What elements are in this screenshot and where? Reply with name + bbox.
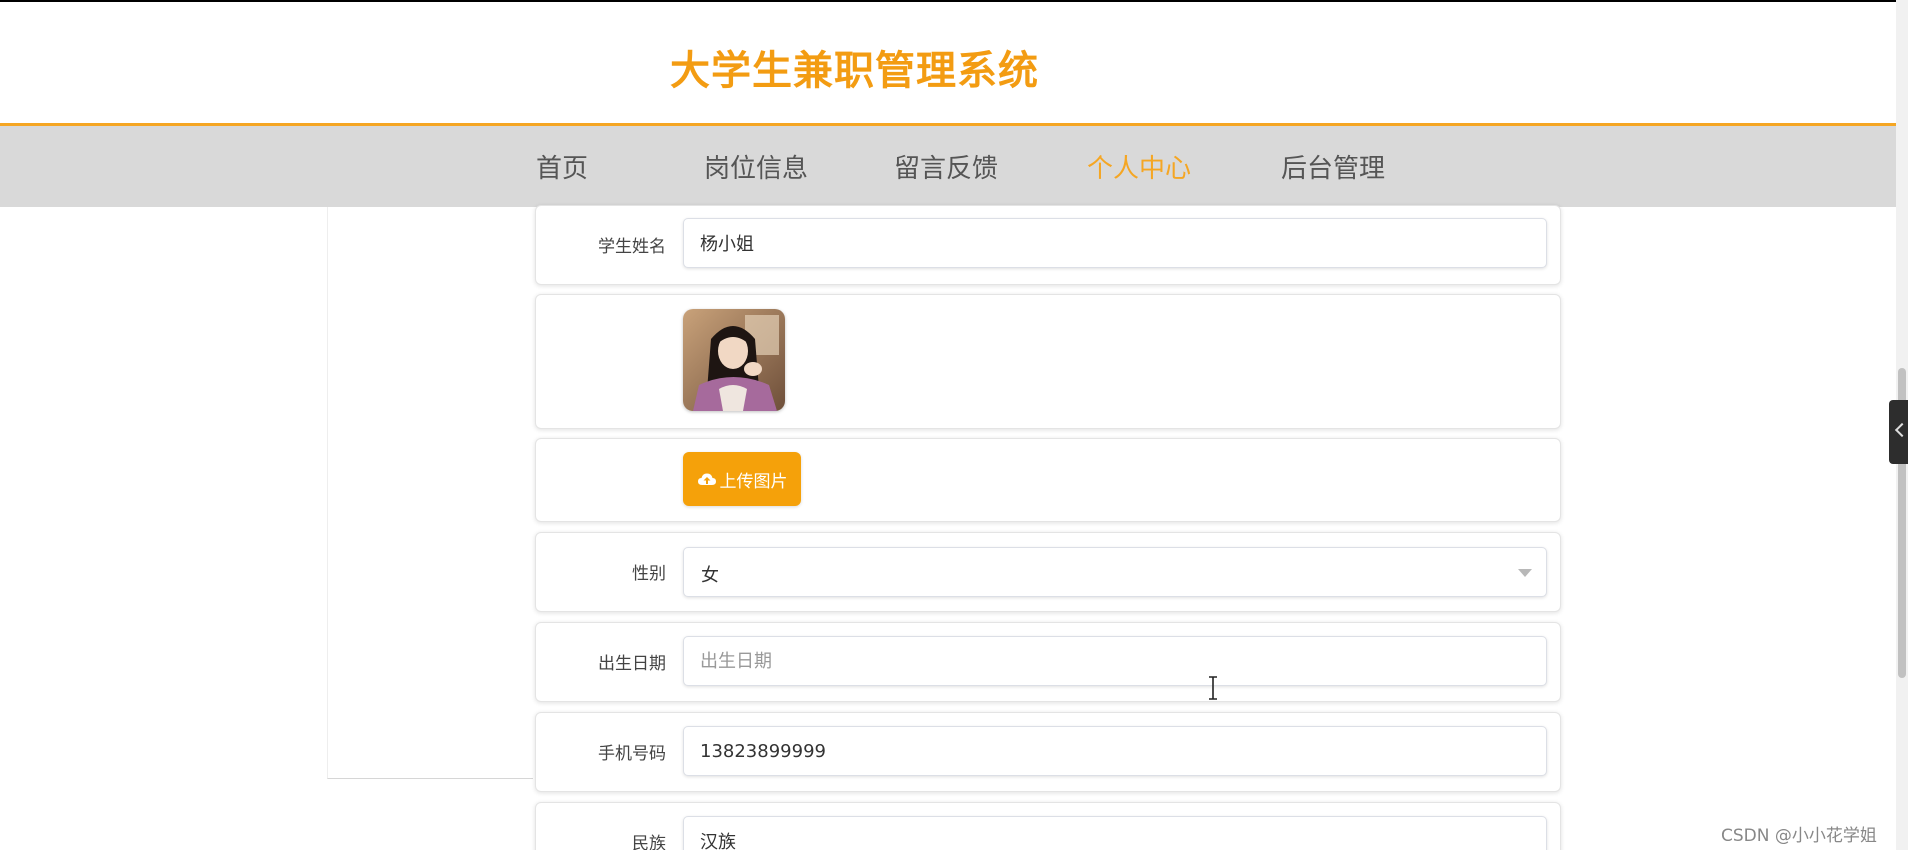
student-name-label: 学生姓名 [598, 237, 666, 257]
form-row-upload: 上传图片 [535, 438, 1561, 522]
phone-label: 手机号码 [598, 744, 666, 764]
site-title: 大学生兼职管理系统 [670, 48, 1039, 94]
chevron-left-icon [1894, 422, 1908, 438]
watermark: CSDN @小小花学姐 [1721, 826, 1877, 846]
gender-label: 性别 [632, 564, 666, 584]
form-row-gender: 性别 女 [535, 532, 1561, 612]
nav-item-profile[interactable]: 个人中心 [1087, 148, 1191, 185]
birth-date-label: 出生日期 [598, 654, 666, 674]
upload-image-button[interactable]: 上传图片 [683, 452, 801, 506]
chevron-down-icon [1518, 569, 1532, 577]
phone-input[interactable] [683, 726, 1547, 776]
text-cursor-icon [1209, 676, 1217, 700]
gender-select[interactable]: 女 [683, 547, 1547, 597]
avatar-photo [683, 309, 785, 411]
nav-bar: 首页 岗位信息 留言反馈 个人中心 后台管理 [0, 123, 1896, 207]
page: 大学生兼职管理系统 首页 岗位信息 留言反馈 个人中心 后台管理 学生姓名 杨小… [0, 0, 1908, 850]
form-row-phone: 手机号码 [535, 712, 1561, 792]
ethnicity-label: 民族 [632, 834, 666, 850]
student-name-input[interactable] [683, 218, 1547, 268]
nav-item-admin[interactable]: 后台管理 [1281, 148, 1385, 185]
form-row-student-name: 学生姓名 [535, 205, 1561, 285]
upload-image-label: 上传图片 [719, 471, 788, 492]
gender-selected-value: 女 [701, 565, 719, 586]
form-row-avatar [535, 294, 1561, 429]
nav-item-home[interactable]: 首页 [536, 148, 588, 185]
side-panel-toggle[interactable] [1889, 400, 1908, 464]
cloud-upload-icon [697, 473, 716, 485]
form-row-birth-date: 出生日期 [535, 622, 1561, 702]
nav-item-feedback[interactable]: 留言反馈 [894, 148, 998, 185]
birth-date-input[interactable] [683, 636, 1547, 686]
left-panel [327, 207, 533, 779]
nav-item-jobs[interactable]: 岗位信息 [704, 148, 808, 185]
form-row-ethnicity: 民族 [535, 802, 1561, 850]
avatar [683, 309, 785, 411]
site-header: 大学生兼职管理系统 [0, 2, 1896, 124]
ethnicity-input[interactable] [683, 816, 1547, 850]
